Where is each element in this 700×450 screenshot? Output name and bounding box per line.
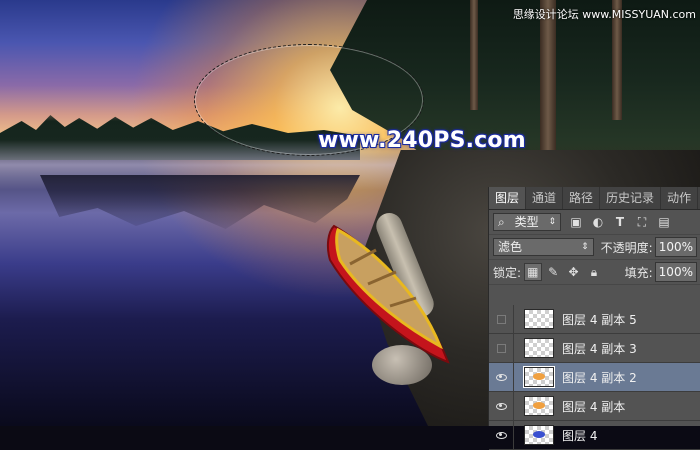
eye-icon (495, 373, 507, 381)
visibility-toggle[interactable] (489, 392, 514, 420)
layer-name: 图层 4 副本 3 (562, 341, 637, 356)
hidden-box-icon (496, 314, 506, 324)
fill-input[interactable]: 100% (654, 262, 697, 282)
tab-channels[interactable]: 通道 (526, 187, 564, 209)
layer-thumbnail[interactable] (524, 338, 554, 358)
tab-history[interactable]: 历史记录 (600, 187, 662, 209)
type-filter-icon[interactable]: T (613, 215, 627, 229)
blend-row: 滤色 ⇕ 不透明度: 100% (489, 235, 700, 260)
layer-name: 图层 4 (562, 428, 598, 443)
layer-name: 图层 4 副本 2 (562, 370, 637, 385)
opacity-input[interactable]: 100% (654, 237, 697, 257)
layer-thumbnail[interactable] (524, 309, 554, 329)
layer-name: 图层 4 副本 5 (562, 312, 637, 327)
opacity-label: 不透明度: (600, 240, 653, 255)
lock-transparent-pixels-icon[interactable]: ▦ (524, 263, 542, 281)
visibility-toggle[interactable] (489, 305, 514, 333)
layer-row[interactable]: 图层 4 副本 (489, 392, 700, 421)
layer-thumbnail[interactable] (524, 396, 554, 416)
tree-trunk (470, 0, 478, 110)
panel-tabs: 图层 通道 路径 历史记录 动作 (489, 187, 700, 210)
lock-all-icon[interactable]: 🔒︎ (585, 263, 602, 281)
canoe (326, 224, 450, 364)
lock-row: 锁定: ▦ ✎ ✥ 🔒︎ 填充: 100% (489, 260, 700, 285)
shape-filter-icon[interactable]: ⛶ (635, 215, 649, 229)
layer-thumbnail[interactable] (524, 425, 554, 445)
eye-icon (495, 402, 507, 410)
layer-name: 图层 4 副本 (562, 399, 626, 414)
tab-paths[interactable]: 路径 (563, 187, 601, 209)
watermark-240ps: www.240PS.com (318, 128, 526, 153)
tree-trunk (540, 0, 556, 160)
visibility-toggle[interactable] (489, 363, 514, 391)
layer-filter-select[interactable]: ⌕ 类型 ⇕ (493, 213, 561, 231)
layer-row[interactable]: 图层 4 副本 2 (489, 363, 700, 392)
lock-label: 锁定: (493, 265, 522, 280)
search-icon: ⌕ (498, 215, 505, 229)
updown-icon: ⇕ (581, 242, 589, 252)
lock-image-pixels-icon[interactable]: ✎ (545, 263, 562, 281)
visibility-toggle[interactable] (489, 421, 514, 449)
layer-row[interactable]: 图层 4 副本 5 (489, 305, 700, 334)
layer-thumbnail[interactable] (523, 366, 555, 388)
blend-mode-value: 滤色 (498, 240, 523, 254)
tab-layers[interactable]: 图层 (489, 187, 527, 209)
tab-actions[interactable]: 动作 (661, 187, 699, 209)
thumbnail-color-blob (533, 431, 545, 438)
fill-label: 填充: (624, 265, 653, 280)
visibility-toggle[interactable] (489, 334, 514, 362)
layer-row[interactable]: 图层 4 副本 3 (489, 334, 700, 363)
eye-icon (495, 431, 507, 439)
layers-panel: 图层 通道 路径 历史记录 动作 ⌕ 类型 ⇕ ▣ ◐ T ⛶ ▤ 滤色 ⇕ 不… (488, 187, 700, 450)
thumbnail-color-blob (533, 402, 545, 409)
layer-filter-label: 类型 (514, 215, 539, 229)
filter-row: ⌕ 类型 ⇕ ▣ ◐ T ⛶ ▤ (489, 210, 700, 235)
layer-list: 图层 4 副本 5 图层 4 副本 3 图层 4 副本 2 图层 4 副本 图层 4 (489, 305, 700, 450)
thumbnail-color-blob (533, 373, 545, 380)
lock-position-icon[interactable]: ✥ (565, 263, 582, 281)
image-filter-icon[interactable]: ▣ (569, 215, 583, 229)
watermark-missyuan: 思缘设计论坛 www.MISSYUAN.com (512, 8, 696, 21)
smart-object-filter-icon[interactable]: ▤ (657, 215, 671, 229)
layer-row[interactable]: 图层 4 (489, 421, 700, 450)
adjustment-filter-icon[interactable]: ◐ (591, 215, 605, 229)
hidden-box-icon (496, 343, 506, 353)
blend-mode-select[interactable]: 滤色 ⇕ (493, 238, 594, 256)
updown-icon: ⇕ (548, 217, 556, 227)
